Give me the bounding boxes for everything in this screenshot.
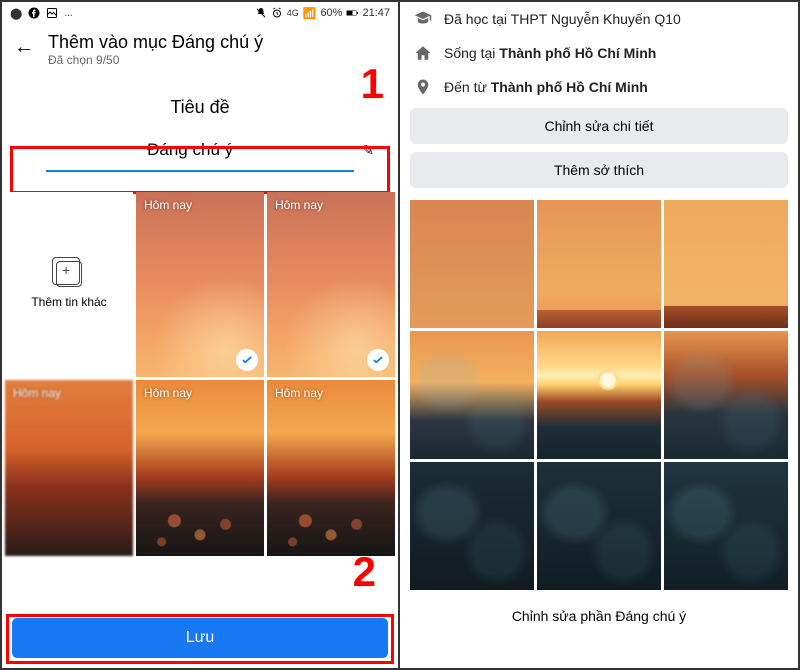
add-more-cell[interactable]: Thêm tin khác: [5, 192, 133, 377]
featured-tile[interactable]: [537, 331, 661, 459]
story-label: Hôm nay: [144, 386, 192, 400]
info-education[interactable]: Đã học tại THPT Nguyễn Khuyến Q10: [400, 2, 798, 36]
add-more-label: Thêm tin khác: [31, 295, 106, 309]
section-title: Tiêu đề: [2, 97, 398, 118]
title-input[interactable]: Đáng chú ý: [26, 140, 354, 160]
featured-tile[interactable]: [410, 331, 534, 459]
featured-tile[interactable]: [537, 200, 661, 328]
story-cell[interactable]: Hôm nay: [267, 380, 395, 556]
battery-pct: 60%: [320, 7, 342, 19]
selection-count: Đã chọn 9/50: [48, 53, 263, 67]
story-grid: Thêm tin khác Hôm nay Hôm nay Hôm nay Hô…: [2, 192, 398, 556]
info-text: Đến từ Thành phố Hồ Chí Minh: [444, 79, 648, 95]
home-icon: [414, 44, 432, 62]
mute-icon: [255, 7, 267, 19]
right-screenshot: Đã học tại THPT Nguyễn Khuyến Q10 Sống t…: [400, 2, 798, 668]
check-icon: [367, 349, 389, 371]
story-cell[interactable]: Hôm nay: [5, 380, 133, 556]
more-icon: ...: [64, 8, 72, 19]
status-bar: ⬤ ... 4G 📶 60% 21:47: [2, 2, 398, 24]
story-label: Hôm nay: [275, 386, 323, 400]
featured-tile[interactable]: [410, 462, 534, 590]
story-label: Hôm nay: [13, 386, 61, 400]
edit-details-button[interactable]: Chỉnh sửa chi tiết: [410, 108, 788, 144]
back-arrow-icon[interactable]: ←: [14, 36, 34, 59]
story-cell[interactable]: Hôm nay: [267, 192, 395, 377]
left-screenshot: ⬤ ... 4G 📶 60% 21:47 ← Thêm vào mục Đáng…: [2, 2, 400, 668]
featured-grid[interactable]: [410, 200, 788, 590]
clock: 21:47: [362, 7, 390, 19]
header: ← Thêm vào mục Đáng chú ý Đã chọn 9/50: [2, 24, 398, 73]
add-stack-icon: [56, 261, 82, 287]
featured-tile[interactable]: [664, 462, 788, 590]
story-cell[interactable]: Hôm nay: [136, 380, 264, 556]
save-button[interactable]: Lưu: [12, 618, 388, 658]
featured-tile[interactable]: [664, 331, 788, 459]
check-icon: [236, 349, 258, 371]
story-label: Hôm nay: [275, 198, 323, 212]
story-cell[interactable]: Hôm nay: [136, 192, 264, 377]
info-text: Đã học tại THPT Nguyễn Khuyến Q10: [444, 11, 681, 27]
battery-icon: [346, 7, 358, 19]
featured-tile[interactable]: [410, 200, 534, 328]
signal-icon: 📶: [303, 7, 317, 20]
input-underline: [46, 170, 354, 172]
title-input-area[interactable]: Đáng chú ý ✎: [12, 128, 388, 186]
pencil-icon[interactable]: ✎: [362, 142, 374, 159]
info-from[interactable]: Đến từ Thành phố Hồ Chí Minh: [400, 70, 798, 104]
page-title: Thêm vào mục Đáng chú ý: [48, 32, 263, 53]
network-label: 4G: [287, 8, 299, 18]
annotation-1: 1: [361, 60, 384, 108]
gallery-icon: [46, 7, 58, 19]
edit-featured-button[interactable]: Chỉnh sửa phần Đáng chú ý: [410, 598, 788, 634]
featured-tile[interactable]: [537, 462, 661, 590]
menu-dot-icon: ⬤: [10, 7, 22, 20]
add-hobbies-button[interactable]: Thêm sở thích: [410, 152, 788, 188]
annotation-2: 2: [353, 548, 376, 596]
info-lives-in[interactable]: Sống tại Thành phố Hồ Chí Minh: [400, 36, 798, 70]
story-label: Hôm nay: [144, 198, 192, 212]
alarm-icon: [271, 7, 283, 19]
graduation-cap-icon: [414, 10, 432, 28]
location-pin-icon: [414, 78, 432, 96]
featured-tile[interactable]: [664, 200, 788, 328]
info-text: Sống tại Thành phố Hồ Chí Minh: [444, 45, 656, 61]
facebook-icon: [28, 7, 40, 19]
